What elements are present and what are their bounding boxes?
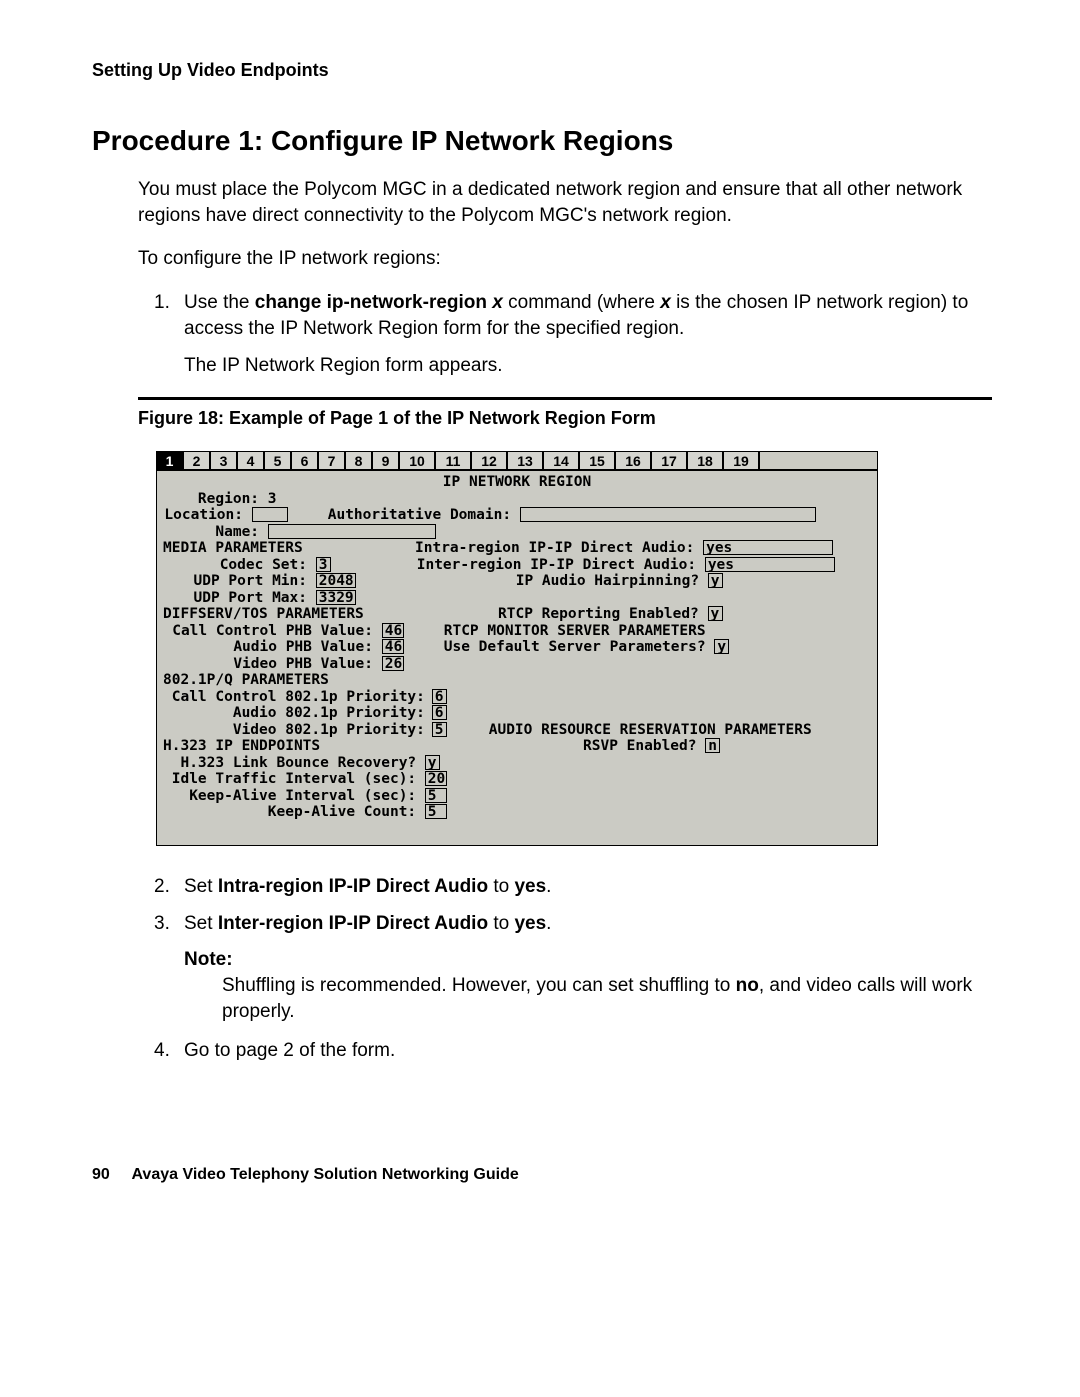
rsvp-label: RSVP Enabled? bbox=[583, 738, 697, 755]
link-bounce-label: H.323 Link Bounce Recovery? bbox=[163, 755, 416, 772]
tab-18[interactable]: 18 bbox=[688, 452, 724, 470]
udp-max-label: UDP Port Max: bbox=[163, 590, 307, 607]
tab-10[interactable]: 10 bbox=[400, 452, 436, 470]
h323-header: H.323 IP ENDPOINTS bbox=[163, 738, 583, 755]
audio-resource-header: AUDIO RESOURCE RESERVATION PARAMETERS bbox=[489, 722, 812, 739]
use-default-label: Use Default Server Parameters? bbox=[444, 639, 706, 656]
step-number: 4. bbox=[154, 1038, 170, 1064]
codec-set-field[interactable]: 3 bbox=[316, 557, 331, 572]
note-body: Shuffling is recommended. However, you c… bbox=[222, 973, 992, 1024]
tab-4[interactable]: 4 bbox=[238, 452, 265, 470]
udp-max-field[interactable]: 3329 bbox=[316, 590, 356, 605]
tab-5[interactable]: 5 bbox=[265, 452, 292, 470]
video-1p-label: Video 802.1p Priority: bbox=[163, 722, 423, 739]
region-value: 3 bbox=[268, 491, 277, 508]
page-footer: 90 Avaya Video Telephony Solution Networ… bbox=[92, 1166, 992, 1184]
video-phb-field[interactable]: 26 bbox=[382, 656, 404, 671]
keepalive-count-field[interactable]: 5 bbox=[425, 804, 447, 819]
cc-phb-field[interactable]: 46 bbox=[382, 623, 404, 638]
rtcp-enabled-label: RTCP Reporting Enabled? bbox=[498, 606, 699, 623]
region-label: Region: bbox=[163, 491, 259, 508]
idle-interval-field[interactable]: 20 bbox=[425, 771, 447, 786]
keepalive-interval-field[interactable]: 5 bbox=[425, 788, 447, 803]
intra-audio-field[interactable]: yes bbox=[703, 540, 833, 555]
diffserv-header: DIFFSERV/TOS PARAMETERS bbox=[163, 606, 498, 623]
terminal-form: 1 2 3 4 5 6 7 8 9 10 11 12 13 14 15 16 1… bbox=[156, 451, 878, 846]
figure-rule bbox=[138, 397, 992, 400]
rsvp-field[interactable]: n bbox=[705, 738, 720, 753]
cc-1p-field[interactable]: 6 bbox=[432, 689, 447, 704]
form-title: IP NETWORK REGION bbox=[163, 474, 871, 491]
idle-interval-label: Idle Traffic Interval (sec): bbox=[163, 771, 416, 788]
step-3: 3. Set Inter-region IP-IP Direct Audio t… bbox=[154, 911, 992, 937]
hairpinning-label: IP Audio Hairpinning? bbox=[516, 573, 699, 590]
figure-caption: Figure 18: Example of Page 1 of the IP N… bbox=[138, 408, 992, 429]
tab-2[interactable]: 2 bbox=[184, 452, 211, 470]
inter-audio-field[interactable]: yes bbox=[705, 557, 835, 572]
step-number: 1. bbox=[154, 290, 170, 316]
audio-phb-field[interactable]: 46 bbox=[382, 639, 404, 654]
tab-3[interactable]: 3 bbox=[211, 452, 238, 470]
auth-domain-field[interactable] bbox=[520, 507, 816, 522]
step-subtext: The IP Network Region form appears. bbox=[184, 353, 992, 379]
step-number: 2. bbox=[154, 874, 170, 900]
tab-1[interactable]: 1 bbox=[157, 452, 184, 470]
page-tabs: 1 2 3 4 5 6 7 8 9 10 11 12 13 14 15 16 1… bbox=[157, 452, 877, 472]
name-field[interactable] bbox=[268, 524, 436, 539]
tab-12[interactable]: 12 bbox=[472, 452, 508, 470]
codec-set-label: Codec Set: bbox=[163, 557, 307, 574]
keepalive-count-label: Keep-Alive Count: bbox=[163, 804, 416, 821]
rtcp-enabled-field[interactable]: y bbox=[708, 606, 723, 621]
location-field[interactable] bbox=[252, 507, 288, 522]
intro-text: You must place the Polycom MGC in a dedi… bbox=[138, 177, 992, 228]
tab-8[interactable]: 8 bbox=[346, 452, 373, 470]
video-1p-field[interactable]: 5 bbox=[432, 722, 447, 737]
footer-title: Avaya Video Telephony Solution Networkin… bbox=[131, 1166, 518, 1183]
tab-9[interactable]: 9 bbox=[373, 452, 400, 470]
page-title: Procedure 1: Configure IP Network Region… bbox=[92, 125, 992, 157]
video-phb-label: Video PHB Value: bbox=[163, 656, 373, 673]
link-bounce-field[interactable]: y bbox=[425, 755, 440, 770]
audio-phb-label: Audio PHB Value: bbox=[163, 639, 373, 656]
media-params-header: MEDIA PARAMETERS bbox=[163, 540, 415, 557]
page-number: 90 bbox=[92, 1166, 110, 1183]
hairpinning-field[interactable]: y bbox=[708, 573, 723, 588]
tab-11[interactable]: 11 bbox=[436, 452, 472, 470]
audio-1p-label: Audio 802.1p Priority: bbox=[163, 705, 423, 722]
section-header: Setting Up Video Endpoints bbox=[92, 60, 992, 81]
auth-domain-label: Authoritative Domain: bbox=[328, 507, 511, 524]
udp-min-field[interactable]: 2048 bbox=[316, 573, 356, 588]
name-label: Name: bbox=[163, 524, 259, 541]
tab-7[interactable]: 7 bbox=[319, 452, 346, 470]
keepalive-interval-label: Keep-Alive Interval (sec): bbox=[163, 788, 416, 805]
step-2: 2. Set Intra-region IP-IP Direct Audio t… bbox=[154, 874, 992, 900]
tab-15[interactable]: 15 bbox=[580, 452, 616, 470]
cc-1p-label: Call Control 802.1p Priority: bbox=[163, 689, 423, 706]
dot1p-header: 802.1P/Q PARAMETERS bbox=[163, 672, 329, 689]
inter-audio-label: Inter-region IP-IP Direct Audio: bbox=[417, 557, 696, 574]
tab-19[interactable]: 19 bbox=[724, 452, 760, 470]
tab-16[interactable]: 16 bbox=[616, 452, 652, 470]
intra-audio-label: Intra-region IP-IP Direct Audio: bbox=[415, 540, 694, 557]
use-default-field[interactable]: y bbox=[714, 639, 729, 654]
udp-min-label: UDP Port Min: bbox=[163, 573, 307, 590]
rtcp-monitor-header: RTCP MONITOR SERVER PARAMETERS bbox=[444, 623, 706, 640]
location-label: Location: bbox=[163, 507, 243, 524]
tab-14[interactable]: 14 bbox=[544, 452, 580, 470]
step-number: 3. bbox=[154, 911, 170, 937]
lead-in-text: To configure the IP network regions: bbox=[138, 246, 992, 272]
tab-17[interactable]: 17 bbox=[652, 452, 688, 470]
step-1: 1. Use the change ip-network-region x co… bbox=[154, 290, 992, 379]
audio-1p-field[interactable]: 6 bbox=[432, 705, 447, 720]
step-4: 4. Go to page 2 of the form. bbox=[154, 1038, 992, 1064]
step-text: Use the change ip-network-region x comma… bbox=[184, 292, 968, 339]
note-label: Note: bbox=[184, 949, 992, 971]
tab-6[interactable]: 6 bbox=[292, 452, 319, 470]
tab-13[interactable]: 13 bbox=[508, 452, 544, 470]
cc-phb-label: Call Control PHB Value: bbox=[163, 623, 373, 640]
